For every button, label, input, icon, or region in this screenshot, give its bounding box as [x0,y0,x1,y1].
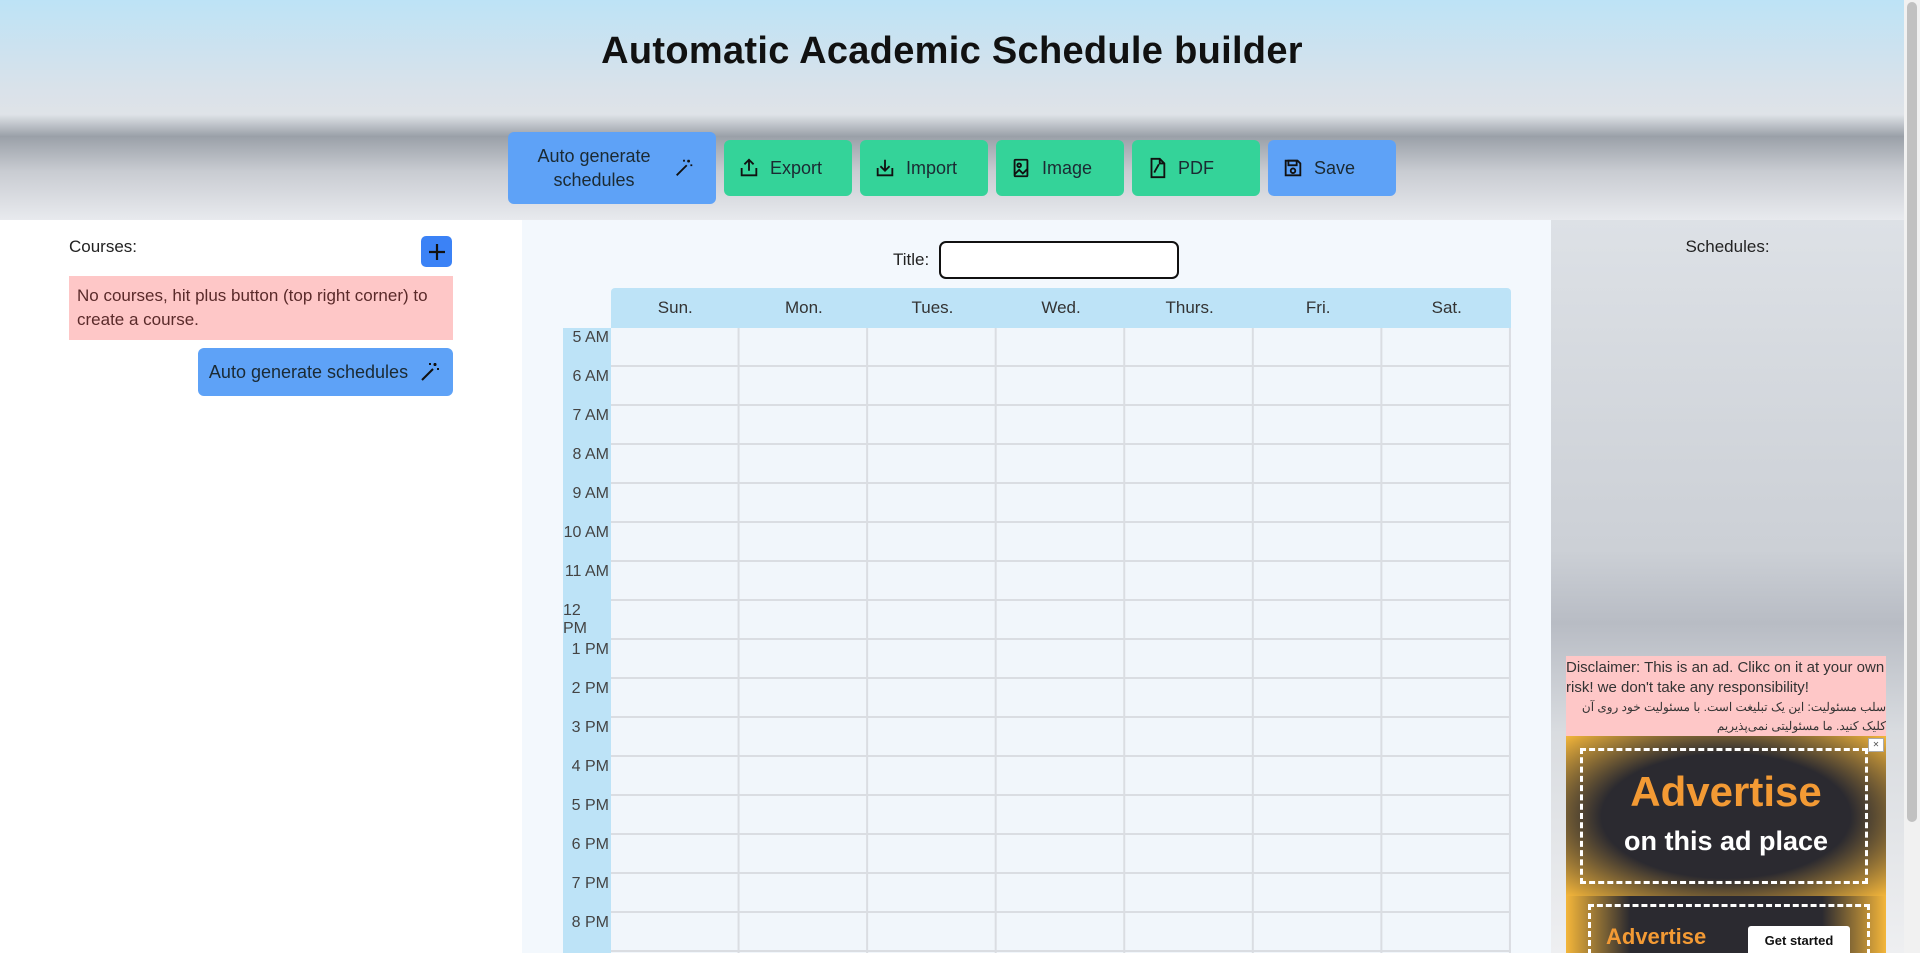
image-icon [1013,158,1029,178]
courses-label: Courses: [69,237,138,256]
pdf-button[interactable]: PDF [1132,140,1260,196]
day-header-cell: Sun. [657,298,693,317]
day-header-cell: Wed. [1041,298,1081,317]
scrollbar[interactable] [1904,0,1920,953]
ad-info-icon[interactable]: ✕ [1868,738,1884,752]
title-label: Title: [893,250,930,269]
import-icon [876,159,894,177]
no-courses-message: No courses, hit plus button (top right c… [69,276,453,340]
import-button[interactable]: Import [860,140,988,196]
time-label: 9 AM [572,485,609,502]
ad-subline: on this ad place [1623,826,1829,856]
day-header-cell: Fri. [1305,298,1331,317]
disclaimer-text-fa: سلب مسئولیت: این یک تبلیغت است. با مسئول… [1581,700,1886,733]
day-header-cell: Mon. [784,298,823,317]
ad-banner-2[interactable]: Advertise Get started [1566,896,1886,953]
time-label: 1 PM [571,641,609,658]
page-title: Automatic Academic Schedule builder [601,30,1303,72]
time-label: 3 PM [571,719,609,736]
scrollbar-thumb[interactable] [1907,2,1917,822]
ad-get-started-button[interactable]: Get started [1748,926,1850,953]
title-input[interactable] [939,241,1179,279]
ad-disclaimer: Disclaimer: This is an ad. Clikc on it a… [1566,656,1886,736]
pdf-label: PDF [1178,157,1214,178]
magic-wand-icon [676,159,693,176]
schedule-grid[interactable] [611,328,1511,953]
save-label: Save [1314,157,1356,178]
day-header-cell: Thurs. [1165,298,1214,317]
export-icon [740,158,758,177]
export-label: Export [770,157,823,178]
auto-generate-label: Auto generate schedules [537,146,651,190]
time-label: 8 AM [572,446,609,463]
ad-headline: Advertise [1606,924,1707,949]
day-header-cell: Sat. [1431,298,1462,317]
schedules-label: Schedules: [1685,237,1770,256]
time-label: 7 AM [572,407,609,424]
time-label: 4 PM [571,758,609,775]
pdf-icon [1150,157,1166,179]
time-label: 6 PM [571,836,609,853]
export-button[interactable]: Export [724,140,852,196]
disclaimer-text-en: Disclaimer: This is an ad. Clikc on it a… [1566,659,1885,696]
ad-banner[interactable]: Advertise on this ad place [1566,736,1886,896]
time-label: 8 PM [571,914,609,931]
time-label: 7 PM [571,875,609,892]
plus-icon [428,243,445,260]
day-header-cell: Tues. [911,298,954,317]
magic-wand-icon [421,363,440,381]
auto-generate-schedules-label: Auto generate schedules [208,361,409,382]
auto-generate-schedules-button[interactable]: Auto generate schedules [198,348,453,396]
time-label: 12 PM [563,602,587,637]
image-button[interactable]: Image [996,140,1124,196]
save-button[interactable]: Save [1268,140,1396,196]
ad-headline: Advertise [1630,768,1822,815]
time-label: 2 PM [571,680,609,697]
time-label: 11 AM [564,563,609,580]
day-header: Sun. Mon. Tues. Wed. Thurs. Fri. Sat. [611,288,1511,328]
image-label: Image [1042,157,1093,178]
time-label: 5 AM [572,329,609,346]
import-label: Import [906,157,958,178]
time-column: 5 AM 6 AM 7 AM 8 AM 9 AM 10 AM 11 AM 12 PM 1 PM 2… [563,328,611,953]
time-label: 6 AM [572,368,609,385]
auto-generate-button[interactable]: Auto generate schedules [508,132,716,204]
time-label: 5 PM [571,797,609,814]
time-label: 10 AM [563,524,609,541]
add-course-button[interactable] [421,236,452,267]
save-icon [1284,159,1302,177]
